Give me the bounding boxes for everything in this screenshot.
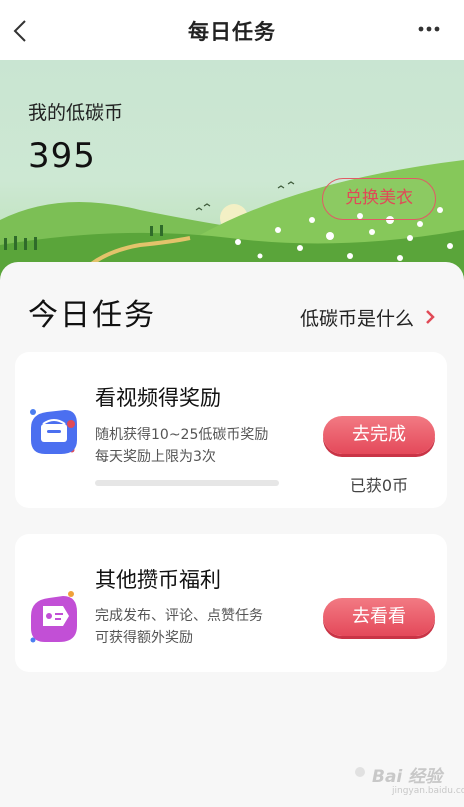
more-icon[interactable] [418,24,440,34]
task-desc-line: 随机获得10~25低碳币奖励 [95,427,269,443]
coupon-tag-icon [30,591,77,643]
page-title: 每日任务 [188,20,276,44]
progress-bar [95,480,279,486]
complete-button[interactable]: 去完成 [323,416,435,454]
top-nav-bar: 每日任务 [0,0,464,60]
exchange-button[interactable]: 兑换美衣 [322,178,436,220]
task-desc-line: 可获得额外奖励 [95,630,193,646]
watermark-url: jingyan.baidu.com [392,786,464,796]
watermark-logo: Bai 经验 [372,767,443,787]
section-title: 今日任务 [28,298,156,333]
chevron-right-icon[interactable] [424,308,436,326]
task-desc-line: 每天奖励上限为3次 [95,449,216,465]
task-card-video: 看视频得奖励 随机获得10~25低碳币奖励 每天奖励上限为3次 去完成 已获0币 [15,352,447,508]
balance-banner: 我的低碳币 395 兑换美衣 [0,60,464,280]
view-button[interactable]: 去看看 [323,598,435,636]
video-wallet-icon [30,409,77,454]
task-desc-line: 完成发布、评论、点赞任务 [95,608,263,624]
task-description: 随机获得10~25低碳币奖励 每天奖励上限为3次 [95,424,268,468]
task-card-other: 其他攒币福利 完成发布、评论、点赞任务 可获得额外奖励 去看看 [15,534,447,672]
task-title: 看视频得奖励 [95,386,221,410]
task-title: 其他攒币福利 [95,568,221,592]
task-panel: 今日任务 低碳币是什么 看视频得奖励 随机获得10~25低碳币奖励 每天奖励上限… [0,262,464,807]
task-description: 完成发布、评论、点赞任务 可获得额外奖励 [95,605,263,649]
balance-value: 395 [28,136,96,176]
info-link[interactable]: 低碳币是什么 [300,304,414,331]
earned-coins-text: 已获0币 [349,476,409,495]
balance-label: 我的低碳币 [28,102,124,124]
